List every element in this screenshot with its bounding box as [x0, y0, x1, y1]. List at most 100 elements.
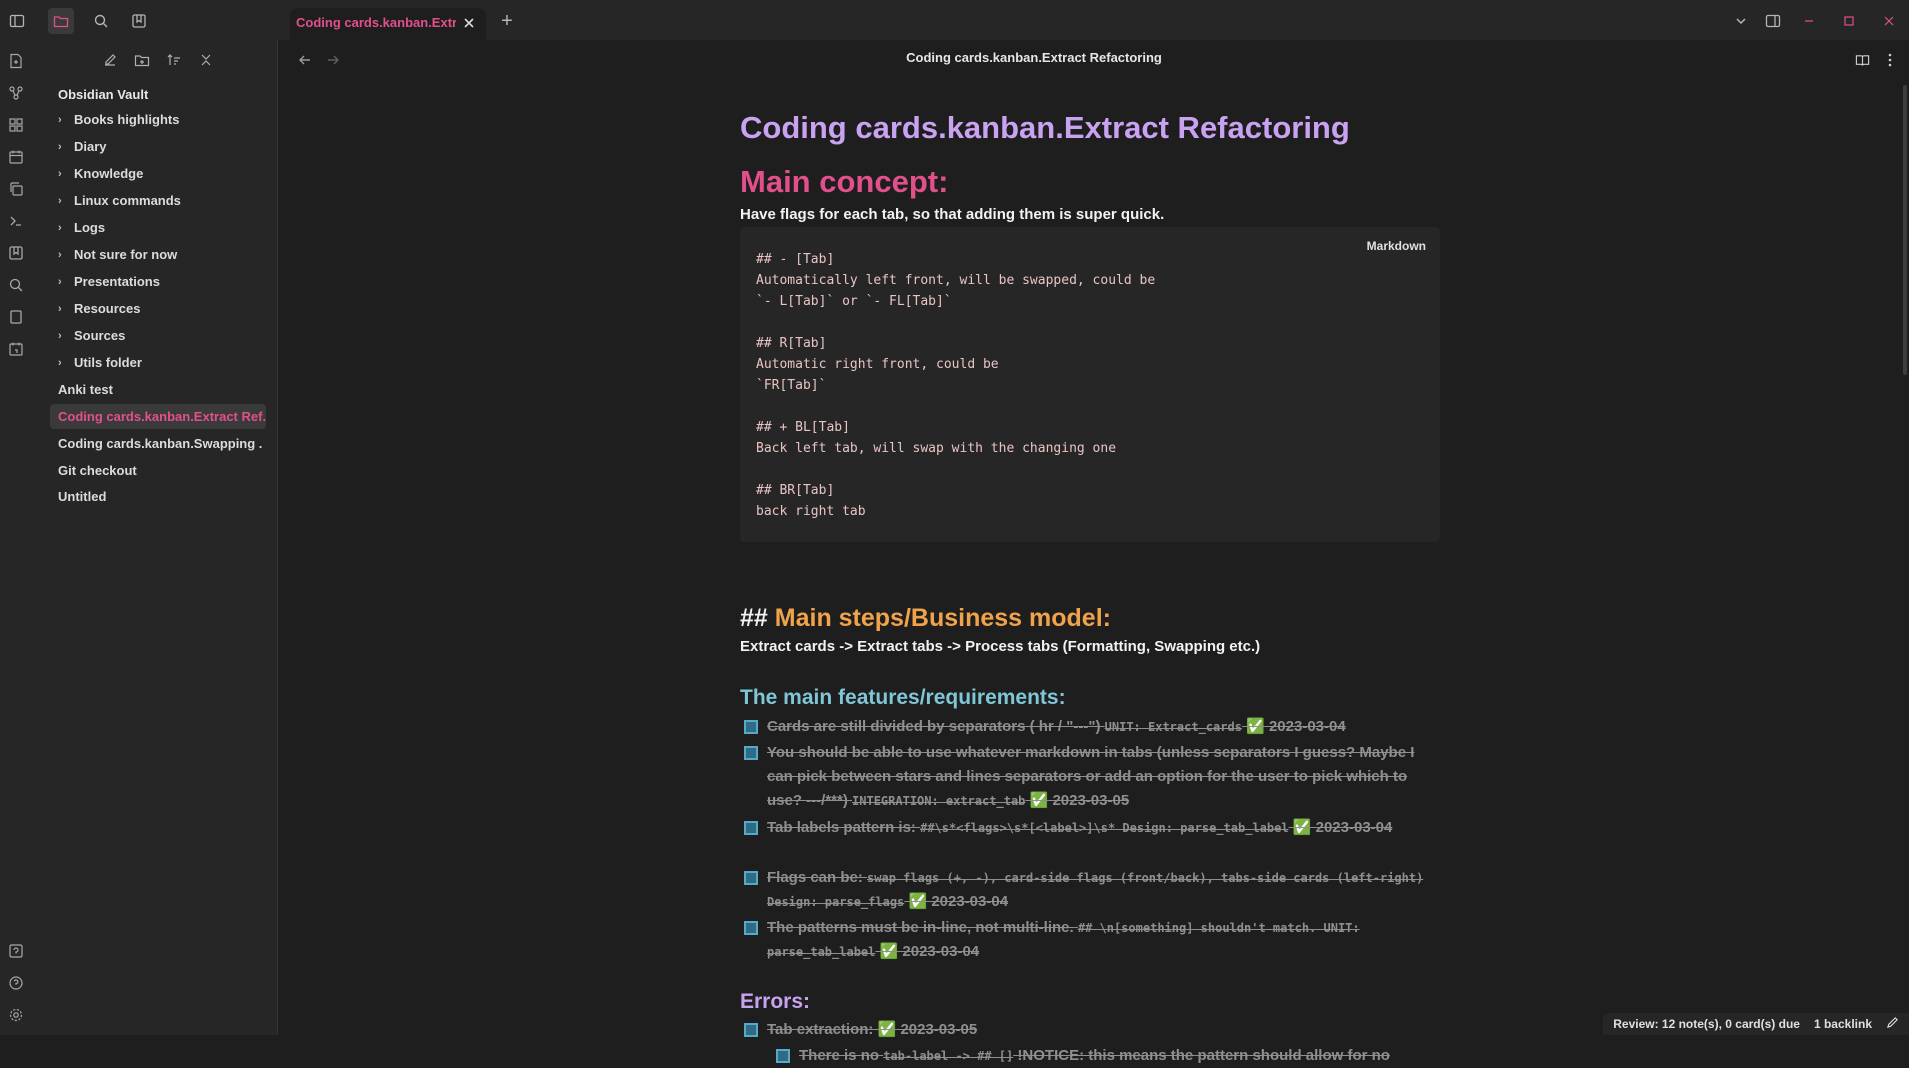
- folder-label: Linux commands: [74, 193, 181, 208]
- folder-books-highlights[interactable]: › Books highlights: [50, 107, 262, 132]
- anki-cards-icon[interactable]: [5, 242, 27, 264]
- chevron-right-icon: ›: [58, 276, 70, 288]
- heading-main-concept: Main concept:: [740, 164, 948, 200]
- more-options-icon[interactable]: [1879, 49, 1901, 71]
- checkmark-icon: ✅: [908, 893, 927, 910]
- edit-mode-icon[interactable]: [1886, 1016, 1899, 1032]
- folder-sources[interactable]: › Sources: [50, 323, 262, 348]
- folder-label: Books highlights: [74, 112, 179, 127]
- view-header-title[interactable]: Coding cards.kanban.Extract Refactoring: [219, 50, 1849, 65]
- minimize-icon[interactable]: [1796, 8, 1822, 34]
- backlinks-count[interactable]: 1 backlink: [1814, 1017, 1872, 1031]
- copy-icon[interactable]: [5, 178, 27, 200]
- search-ribbon-icon[interactable]: [5, 274, 27, 296]
- new-note-icon[interactable]: [5, 50, 27, 72]
- task-checkbox[interactable]: [744, 746, 758, 760]
- folder-not-sure-for-now[interactable]: ›Not sure for now: [50, 242, 262, 267]
- new-folder-button[interactable]: [130, 48, 154, 72]
- vault-name[interactable]: Obsidian Vault: [58, 87, 148, 102]
- search-icon[interactable]: [88, 8, 114, 34]
- calendar-icon[interactable]: [5, 146, 27, 168]
- file-label: Anki test: [58, 382, 113, 397]
- reading-view-icon[interactable]: [1851, 49, 1873, 71]
- task-checkbox[interactable]: [744, 720, 758, 734]
- task-item-nested: There is no tab-label -> ## [] !NOTICE: …: [772, 1044, 1440, 1068]
- task-date: 2023-03-04: [1269, 718, 1346, 735]
- close-icon[interactable]: [460, 14, 478, 32]
- page-icon[interactable]: [5, 306, 27, 328]
- title-bar: Coding cards.kanban.Extr... +: [0, 0, 1909, 40]
- tab-list-dropdown-icon[interactable]: [1728, 8, 1754, 34]
- task-text: Flags can be:: [767, 869, 863, 886]
- bookmarks-icon[interactable]: [126, 8, 152, 34]
- help-icon[interactable]: [5, 972, 27, 994]
- review-status[interactable]: Review: 12 note(s), 0 card(s) due: [1613, 1017, 1800, 1031]
- chevron-right-icon: ›: [58, 249, 70, 261]
- new-note-button[interactable]: [98, 48, 122, 72]
- scrollbar-thumb[interactable]: [1903, 85, 1907, 375]
- settings-gear-icon[interactable]: [5, 1004, 27, 1026]
- toggle-sidebar-icon[interactable]: [4, 8, 30, 34]
- chevron-right-icon: ›: [58, 114, 70, 126]
- file-untitled[interactable]: Untitled: [50, 484, 262, 509]
- code-block[interactable]: Markdown ## - [Tab] Automatically left f…: [740, 227, 1440, 542]
- sort-button[interactable]: [162, 48, 186, 72]
- task-checkbox[interactable]: [744, 921, 758, 935]
- chevron-right-icon: ›: [58, 195, 70, 207]
- folder-label: Utils folder: [74, 355, 142, 370]
- folder-logs[interactable]: ›Logs: [50, 215, 262, 240]
- chevron-right-icon: ›: [58, 330, 70, 342]
- folder-resources[interactable]: ›Resources: [50, 296, 262, 321]
- chevron-right-icon: ›: [58, 357, 70, 369]
- task-checkbox[interactable]: [776, 1049, 790, 1063]
- main-concept-text: Have flags for each tab, so that adding …: [740, 206, 1164, 223]
- file-git-checkout[interactable]: Git checkout: [50, 458, 262, 483]
- task-checkbox[interactable]: [744, 821, 758, 835]
- file-label: Git checkout: [58, 463, 137, 478]
- file-coding-cards-extract-refactoring[interactable]: Coding cards.kanban.Extract Ref...: [50, 404, 266, 429]
- task-code: tab-label -> ## []: [883, 1049, 1013, 1063]
- task-checkbox[interactable]: [744, 871, 758, 885]
- file-label: Coding cards.kanban.Extract Ref...: [58, 409, 266, 424]
- task-code: UNIT: Extract_cards: [1105, 720, 1242, 734]
- chevron-right-icon: ›: [58, 303, 70, 315]
- folder-presentations[interactable]: ›Presentations: [50, 269, 262, 294]
- folder-label: Logs: [74, 220, 105, 235]
- task-item: The patterns must be in-line, not multi-…: [740, 916, 1440, 964]
- status-bar: Review: 12 note(s), 0 card(s) due 1 back…: [1603, 1013, 1909, 1035]
- heading-errors: Errors:: [740, 990, 810, 1014]
- tab-active-note[interactable]: Coding cards.kanban.Extr...: [290, 8, 486, 40]
- open-vault-icon[interactable]: [5, 940, 27, 962]
- task-item: Tab labels pattern is: ##\s*<flags>\s*[<…: [740, 816, 1440, 840]
- folder-diary[interactable]: ›Diary: [50, 134, 262, 159]
- task-text: There is no: [799, 1047, 879, 1064]
- file-anki-test[interactable]: Anki test: [50, 377, 262, 402]
- task-text: Cards are still divided by separators ( …: [767, 718, 1100, 735]
- task-item: You should be able to use whatever markd…: [740, 741, 1440, 813]
- task-code: ##\s*<flags>\s*[<label>]\s* Design: pars…: [920, 821, 1288, 835]
- maximize-icon[interactable]: [1836, 8, 1862, 34]
- graph-view-icon[interactable]: [5, 82, 27, 104]
- toggle-right-sidebar-icon[interactable]: [1760, 8, 1786, 34]
- folder-label: Sources: [74, 328, 125, 343]
- terminal-icon[interactable]: [5, 210, 27, 232]
- folder-knowledge[interactable]: ›Knowledge: [50, 161, 262, 186]
- files-explorer-icon[interactable]: [48, 8, 74, 34]
- folder-utils-folder[interactable]: › Utils folder: [50, 350, 262, 375]
- folder-linux-commands[interactable]: › Linux commands: [50, 188, 262, 213]
- ribbon: [0, 40, 32, 1035]
- canvas-icon[interactable]: [5, 114, 27, 136]
- checkmark-icon: ✅: [878, 1021, 897, 1038]
- task-date: 2023-03-04: [1316, 819, 1393, 836]
- heading-hash-prefix: ##: [740, 604, 775, 632]
- file-coding-cards-swapping[interactable]: Coding cards.kanban.Swapping ...: [50, 431, 262, 456]
- collapse-all-button[interactable]: [194, 48, 218, 72]
- editor-pane: Coding cards.kanban.Extract Refactoring …: [279, 40, 1909, 1035]
- file-explorer: Obsidian Vault ›Books highlights ›Diary …: [32, 40, 278, 1035]
- checkmark-icon: ✅: [1293, 819, 1312, 836]
- code-content: ## - [Tab] Automatically left front, wil…: [756, 249, 1155, 522]
- window-close-icon[interactable]: [1876, 8, 1902, 34]
- daily-note-icon[interactable]: [5, 338, 27, 360]
- new-tab-button[interactable]: +: [494, 8, 520, 34]
- task-date: 2023-03-05: [1052, 792, 1129, 809]
